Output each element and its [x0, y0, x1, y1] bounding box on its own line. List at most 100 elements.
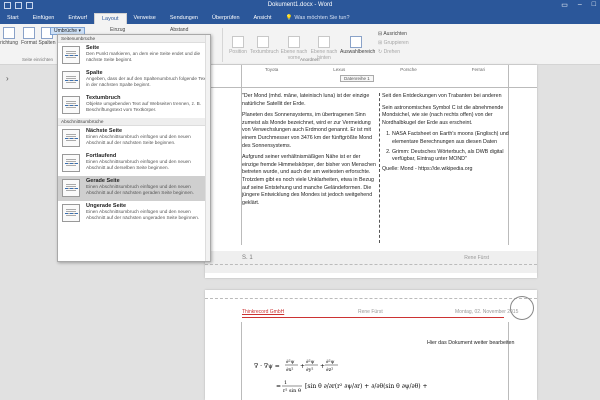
- svg-text:∂²ψ: ∂²ψ: [286, 359, 295, 365]
- tell-me-box[interactable]: 💡 Was möchten Sie tun?: [279, 13, 357, 24]
- menu-item-fortlaufend[interactable]: Fortlaufend Einen Abschnittsumbruch einf…: [58, 151, 210, 176]
- table-caption: Datenreihe 1: [340, 75, 374, 82]
- document-page-1[interactable]: Toyota Lexus Porsche Ferrari Datenreihe …: [205, 65, 537, 278]
- align-label: Ausrichten: [383, 31, 407, 37]
- rotate-button[interactable]: ↻ Drehen: [378, 49, 400, 55]
- note-text: Hier das Dokument weiter bearbeiten: [427, 340, 517, 348]
- lightbulb-icon: 💡: [285, 15, 293, 21]
- tab-ueberpruefen[interactable]: Überprüfen: [205, 13, 247, 24]
- rotate-icon: ↻: [378, 49, 383, 55]
- svg-text:∂y²: ∂y²: [306, 367, 313, 373]
- header-date: Montag, 02. November 2015: [455, 309, 519, 315]
- reference-list: NASA Factsheet on Earth's moons (Englisc…: [382, 131, 512, 163]
- menu-item-description: Einen Abschnittsumbruch einfügen und den…: [86, 159, 191, 170]
- svg-text:[sin θ ∂/∂r(r² ∂ψ/∂r) + ∂/∂θ(s: [sin θ ∂/∂r(r² ∂ψ/∂r) + ∂/∂θ(sin θ ∂ψ/∂θ…: [305, 383, 430, 390]
- menu-item-textumbruch[interactable]: Textumbruch Objekte umgebenden Text auf …: [58, 93, 210, 118]
- section-header-section-breaks: Abschnittsumbrüche: [58, 118, 210, 126]
- maximize-icon[interactable]: □: [592, 1, 596, 9]
- svg-text:∂x²: ∂x²: [286, 367, 293, 373]
- svg-text:+: +: [300, 363, 305, 370]
- selection-pane-button[interactable]: Auswahlbereich: [340, 36, 376, 55]
- svg-text:∇ · ∇ψ =: ∇ · ∇ψ =: [254, 363, 280, 370]
- menu-item-description: Einen Abschnittsumbruch einfügen und den…: [86, 209, 200, 220]
- page-format-icon: [23, 27, 35, 39]
- svg-text:r² sin θ: r² sin θ: [283, 388, 301, 394]
- odd-page-break-icon: [62, 204, 80, 222]
- menu-item-description: Objekte umgebenden Text auf Webseiten tr…: [86, 101, 202, 112]
- header-divider: [205, 298, 537, 299]
- menu-item-gerade-seite[interactable]: Gerade Seite Einen Abschnittsumbruch ein…: [58, 176, 210, 201]
- tab-ansicht[interactable]: Ansicht: [247, 13, 279, 24]
- window-title: Dokument1.docx - Word: [267, 2, 333, 8]
- ribbon-options-icon[interactable]: ▭: [561, 1, 568, 9]
- menu-item-seite[interactable]: Seite Den Punkt markieren, an dem eine S…: [58, 43, 210, 68]
- group-label-seite-einrichten: Seite einrichten: [22, 57, 54, 62]
- margin-line: [508, 322, 509, 400]
- orientation-icon: [3, 27, 15, 39]
- paragraph: Planeten des Sonnensystems, im übertrage…: [242, 112, 373, 149]
- text-column-left[interactable]: "Der Mond (mhd. mâne, lateinisch luna) i…: [242, 93, 377, 211]
- svg-text:∂²ψ: ∂²ψ: [306, 359, 315, 365]
- group-button[interactable]: ⊞ Gruppieren: [378, 40, 409, 46]
- svg-text:∂z²: ∂z²: [326, 367, 333, 373]
- menu-item-ungerade-seite[interactable]: Ungerade Seite Einen Abschnittsumbruch e…: [58, 201, 210, 226]
- margin-line: [241, 322, 242, 400]
- tab-einfuegen[interactable]: Einfügen: [26, 13, 62, 24]
- text-wrap-button[interactable]: Textumbruch: [250, 36, 279, 55]
- even-page-break-icon: [62, 179, 80, 197]
- bring-forward-icon: [288, 36, 300, 48]
- page-header: Thinkrecord GmbH Rene Fürst Montag, 02. …: [205, 290, 537, 322]
- menu-scrollbar[interactable]: [205, 35, 210, 261]
- selection-pane-label: Auswahlbereich: [340, 49, 376, 55]
- einzug-label: Einzug: [110, 27, 126, 33]
- text-wrap-icon: [257, 36, 269, 48]
- footer-author: Rene Fürst: [464, 255, 489, 261]
- note-content: Hier das Dokument weiter bearbeiten: [427, 340, 515, 346]
- section-header-page-breaks: Seitenumbrüche: [58, 35, 210, 43]
- equation-graphic: ∇ · ∇ψ = ∂²ψ ∂x² + ∂²ψ ∂y² + ∂²ψ ∂z² = 1…: [254, 359, 476, 394]
- menu-item-spalte[interactable]: Spalte Angeben, dass der auf den Spalten…: [58, 68, 210, 93]
- list-item: NASA Factsheet on Earth's moons (Englisc…: [392, 131, 512, 146]
- paragraph: Sein astronomisches Symbol C ist die abn…: [382, 104, 504, 126]
- company-name: Thinkrecord GmbH: [242, 309, 285, 315]
- equation[interactable]: ∇ · ∇ψ = ∂²ψ ∂x² + ∂²ψ ∂y² + ∂²ψ ∂z² = 1…: [250, 350, 476, 398]
- column-header: Lexus: [333, 67, 346, 72]
- align-button[interactable]: ⊟ Ausrichten: [378, 31, 407, 37]
- align-icon: ⊟: [378, 31, 383, 37]
- format-button[interactable]: Format: [20, 27, 38, 46]
- tab-entwurf[interactable]: Entwurf: [61, 13, 94, 24]
- window-controls: ▭ – □: [561, 1, 596, 9]
- menu-item-naechste-seite[interactable]: Nächste Seite Einen Abschnittsumbruch ei…: [58, 126, 210, 151]
- position-button[interactable]: Position: [228, 36, 248, 55]
- source-line: Quelle: Mond - https://de.wikipedia.org: [382, 165, 473, 172]
- tab-layout[interactable]: Layout: [94, 13, 127, 24]
- text-wrap-label: Textumbruch: [250, 49, 279, 55]
- orientation-button[interactable]: richtung: [0, 27, 18, 46]
- ribbon-separator: [222, 28, 223, 62]
- continuous-break-icon: [62, 154, 80, 172]
- list-item: Grimm: Deutsches Wörterbuch, als DWB dig…: [392, 149, 512, 164]
- tab-sendungen[interactable]: Sendungen: [163, 13, 205, 24]
- text-column-right[interactable]: Seit den Entdeckungen von Trabanten bei …: [382, 93, 512, 177]
- svg-text:=: =: [276, 383, 281, 390]
- tell-me-label: Was möchten Sie tun?: [294, 15, 350, 21]
- breaks-dropdown-menu: Seitenumbrüche Seite Den Punkt markieren…: [57, 34, 211, 262]
- menu-item-description: Einen Abschnittsumbruch einfügen und den…: [86, 184, 194, 195]
- column-header: Porsche: [400, 67, 417, 72]
- minimize-icon[interactable]: –: [578, 1, 582, 9]
- column-divider: [379, 93, 380, 243]
- tab-verweise[interactable]: Verweise: [127, 13, 163, 24]
- chart-table-area: Toyota Lexus Porsche Ferrari Datenreihe …: [205, 65, 537, 85]
- header-author: Rene Fürst: [358, 309, 383, 315]
- tab-start[interactable]: Start: [0, 13, 26, 24]
- menu-item-description: Einen Abschnittsumbruch einfügen und den…: [86, 134, 191, 145]
- next-page-break-icon: [62, 129, 80, 147]
- ribbon-tabs: Start Einfügen Entwurf Layout Verweise S…: [0, 12, 600, 24]
- document-page-2[interactable]: Thinkrecord GmbH Rene Fürst Montag, 02. …: [205, 290, 537, 400]
- column-header: Toyota: [265, 67, 279, 72]
- menu-item-description: Den Punkt markieren, an dem eine Seite e…: [86, 51, 201, 62]
- menu-item-description: Angeben, dass der auf den Spaltenumbruch…: [86, 76, 207, 87]
- page-break-icon: [62, 46, 80, 64]
- text-wrapping-break-icon: [62, 96, 80, 114]
- paragraph: "Der Mond (mhd. mâne, lateinisch luna) i…: [242, 93, 370, 107]
